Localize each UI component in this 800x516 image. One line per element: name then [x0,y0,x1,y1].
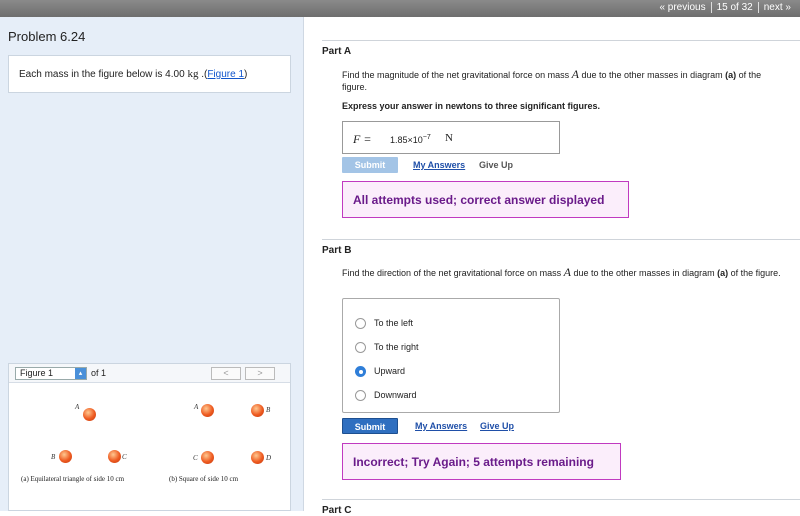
part-b-mass-var: A [563,265,571,279]
figure-next-button[interactable]: > [245,367,275,380]
figure-link[interactable]: Figure 1 [207,69,244,80]
option-downward[interactable]: Downward [355,388,417,402]
mass-b-triangle [59,450,72,463]
parts-panel: Part A Find the magnitude of the net gra… [305,17,800,516]
mass-a-triangle [83,408,96,421]
figure-prev-button[interactable]: < [211,367,241,380]
option-upward[interactable]: Upward [355,364,405,378]
part-b-title: Part B [322,245,352,256]
chevron-left-icon: < [223,368,229,378]
radio-icon[interactable] [355,317,366,329]
part-b-q3: of the figure. [730,268,781,278]
part-a-submit-button[interactable]: Submit [342,157,398,173]
mass-d-square [251,451,264,464]
part-a-question: Find the magnitude of the net gravitatio… [342,68,782,93]
part-a-mass-var: A [571,67,579,81]
part-b-feedback: Incorrect; Try Again; 5 attempts remaini… [342,443,621,480]
problem-position: 15 of 32 [710,2,758,13]
answer-unit: N [445,132,453,144]
part-c-divider [322,499,800,500]
statement-suffix: ) [244,69,248,80]
radio-icon[interactable] [355,341,366,353]
mass-c-triangle [108,450,121,463]
mass-label-b2: B [266,406,271,414]
answer-mantissa: 1.85×10 [390,135,423,145]
mass-label-a2: A [194,403,199,411]
mass-label-d2: D [266,454,272,462]
mass-b-square [251,404,264,417]
radio-icon[interactable] [355,389,366,401]
option-to-the-left[interactable]: To the left [355,316,413,330]
mass-label-c1: C [122,453,127,461]
statement-unit: kg [187,68,199,80]
radio-selected-icon[interactable] [355,365,366,377]
mass-c-square [201,451,214,464]
mass-label-a1: A [75,403,80,411]
figure-header: Figure 1 ▴ of 1 < > [9,364,290,383]
part-a-my-answers-link[interactable]: My Answers [413,160,465,170]
answer-label: F = [353,132,372,146]
part-a-feedback: All attempts used; correct answer displa… [342,181,629,218]
figure-diagram: A B C A B C D (a) Equilateral triangle o… [9,384,290,510]
part-b-options: To the left To the right Upward Downward [342,298,560,413]
part-a-divider [322,40,800,41]
mass-label-b1: B [51,453,56,461]
answer-value: 1.85×10−7 [390,134,431,145]
option-label: To the left [374,318,414,328]
mass-a-square [201,404,214,417]
part-b-q1: Find the direction of the net gravitatio… [342,268,562,278]
option-label: To the right [374,342,419,352]
answer-exponent: −7 [422,134,431,141]
next-link[interactable]: next » [757,2,796,13]
part-a-answer-box[interactable]: F = 1.85×10−7 N [342,121,560,154]
part-b-q-bold: (a) [717,268,729,278]
figure-select[interactable]: Figure 1 ▴ [15,367,87,380]
part-b-question: Find the direction of the net gravitatio… [342,266,782,279]
part-a-q-bold: (a) [725,70,737,80]
option-label: Downward [374,390,417,400]
top-navigation-bar: « previous 15 of 32 next » [0,0,800,17]
problem-sidebar: Problem 6.24 Each mass in the figure bel… [0,17,304,511]
select-arrow-icon: ▴ [75,368,86,379]
part-b-give-up-link[interactable]: Give Up [480,421,514,431]
part-a-q2: due to the other masses in diagram [581,70,723,80]
statement-text: Each mass in the figure below is 4.00 [19,69,185,80]
figure-count: of 1 [91,368,107,378]
previous-link[interactable]: « previous [654,2,710,13]
problem-navigation: « previous 15 of 32 next » [654,2,796,13]
option-label: Upward [374,366,406,376]
part-b-submit-button[interactable]: Submit [342,418,398,434]
part-b-my-answers-link[interactable]: My Answers [415,421,467,431]
part-a-title: Part A [322,46,352,57]
chevron-right-icon: > [257,368,263,378]
caption-b: (b) Square of side 10 cm [169,475,239,483]
part-a-instruction: Express your answer in newtons to three … [342,101,601,111]
problem-statement: Each mass in the figure below is 4.00 kg… [8,55,291,93]
option-to-the-right[interactable]: To the right [355,340,419,354]
figure-panel: Figure 1 ▴ of 1 < > A B C A B C D (a) Eq… [8,363,291,511]
problem-title: Problem 6.24 [8,29,86,44]
part-a-q1: Find the magnitude of the net gravitatio… [342,70,570,80]
mass-label-c2: C [193,454,198,462]
figure-select-value: Figure 1 [20,368,54,378]
statement-mid: .( [198,69,208,80]
part-b-divider [322,239,800,240]
part-b-q2: due to the other masses in diagram [573,268,715,278]
part-a-give-up-link[interactable]: Give Up [479,160,513,170]
caption-a: (a) Equilateral triangle of side 10 cm [21,475,125,483]
